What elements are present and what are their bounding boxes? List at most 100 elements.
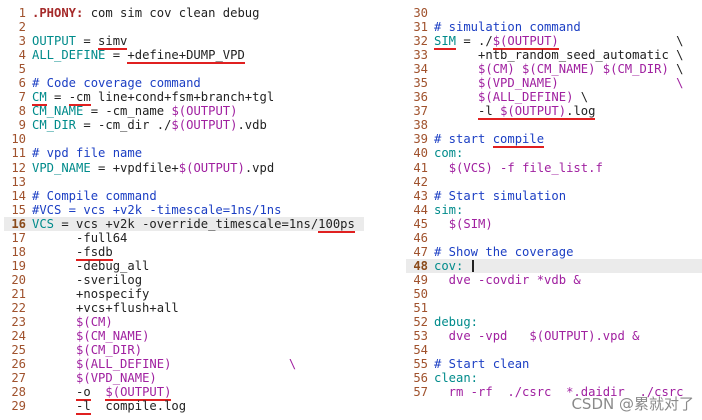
code-line[interactable]: 4 ALL_DEFINE = +define+DUMP_VPD [4, 48, 364, 65]
code-line[interactable]: 39 # start compile [406, 132, 702, 149]
code-text: -fsdb [26, 244, 113, 261]
code-line[interactable]: 1 .PHONY: com sim cov clean debug [4, 6, 364, 20]
code-line[interactable]: 40 com: [406, 146, 702, 160]
code-token: com: [434, 146, 464, 161]
code-line[interactable]: 9 CM_DIR = -cm_dir ./$(OUTPUT).vdb [4, 118, 364, 132]
code-line[interactable]: 16 VCS = vcs +v2k -override_timescale=1ns… [4, 216, 364, 233]
line-number: 55 [413, 357, 428, 372]
code-token: = [105, 48, 128, 63]
code-token: dve -covdir *vdb & [434, 272, 581, 287]
line-number: 2 [18, 20, 26, 35]
line-number: 12 [11, 160, 26, 175]
code-line[interactable]: 38 [406, 118, 702, 132]
code-line[interactable]: 7 CM = -cm line+cond+fsm+branch+tgl [4, 90, 364, 107]
code-line[interactable]: 32 SIM = ./$(OUTPUT) \ [406, 34, 702, 51]
code-line[interactable]: 27 $(VPD_NAME) [4, 371, 364, 385]
code-token: \ [171, 357, 297, 372]
code-line[interactable]: 24 $(CM_NAME) [4, 329, 364, 343]
code-line[interactable]: 8 CM_NAME = -cm_name $(OUTPUT) [4, 104, 364, 118]
code-line[interactable]: 19 -debug_all [4, 259, 364, 273]
editor-pane-right[interactable]: 30 31 # simulation command 32 SIM = ./$(OUTP… [406, 6, 702, 399]
code-token: $(CM) [76, 315, 113, 330]
code-token: # Code coverage command [32, 76, 201, 91]
code-line[interactable]: 34 $(CM) $(CM_NAME) $(CM_DIR) \ [406, 62, 702, 76]
code-line[interactable]: 45 $(SIM) [406, 217, 702, 231]
code-token: = -cm_name [83, 104, 172, 119]
code-line[interactable]: 36 $(ALL_DEFINE) \ [406, 90, 702, 104]
code-line[interactable]: 54 [406, 343, 702, 357]
code-line[interactable]: 14 # Compile command [4, 189, 364, 203]
line-number: 37 [413, 104, 428, 119]
code-line[interactable]: 41 $(VCS) -f file_list.f [406, 161, 702, 175]
code-line[interactable]: 22 +vcs+flush+all [4, 301, 364, 315]
line-number: 13 [11, 174, 26, 189]
code-line[interactable]: 42 [406, 175, 702, 189]
code-line[interactable]: 49 dve -covdir *vdb & [406, 273, 702, 287]
code-line[interactable]: 52 debug: [406, 315, 702, 329]
code-line[interactable]: 21 +nospecify [4, 287, 364, 301]
line-number: 51 [413, 300, 428, 315]
code-line[interactable]: 11 # vpd file name [4, 146, 364, 160]
code-line[interactable]: 15 #VCS = vcs +v2k -timescale=1ns/1ns [4, 203, 364, 217]
code-line[interactable]: 25 $(CM_DIR) [4, 343, 364, 357]
code-token: +ntb_random_seed_automatic \ [434, 48, 684, 63]
code-line[interactable]: 37 -l $(OUTPUT).log [406, 104, 702, 121]
code-line[interactable]: 48 cov: [406, 258, 702, 273]
code-line[interactable]: 33 +ntb_random_seed_automatic \ [406, 48, 702, 62]
code-line[interactable]: 28 -o $(OUTPUT) [4, 385, 364, 402]
line-number: 1 [18, 6, 26, 20]
code-line[interactable]: 44 sim: [406, 203, 702, 217]
code-line[interactable]: 3 OUTPUT = simv [4, 34, 364, 51]
code-line[interactable]: 17 -full64 [4, 231, 364, 245]
code-line[interactable]: 23 $(CM) [4, 315, 364, 329]
code-token: = [46, 90, 69, 105]
line-number: 48 [413, 258, 428, 273]
code-line[interactable]: 55 # Start clean [406, 357, 702, 371]
code-line[interactable]: 5 [4, 62, 364, 76]
code-line[interactable]: 31 # simulation command [406, 20, 702, 34]
code-line[interactable]: 12 VPD_NAME = +vpdfile+$(OUTPUT).vpd [4, 161, 364, 175]
line-number: 10 [11, 132, 26, 147]
code-line[interactable]: 43 # Start simulation [406, 189, 702, 203]
code-line[interactable]: 35 $(VPD_NAME) \ [406, 76, 702, 90]
code-line[interactable]: 26 $(ALL_DEFINE) \ [4, 357, 364, 371]
code-line[interactable]: 29 -l compile.log [4, 399, 364, 416]
code-line[interactable]: 46 [406, 231, 702, 245]
code-line[interactable]: 51 [406, 301, 702, 315]
code-line[interactable]: 56 clean: [406, 371, 702, 385]
code-line[interactable]: 47 # Show the coverage [406, 245, 702, 259]
editor-pane-left[interactable]: 1 .PHONY: com sim cov clean debug 2 3 OUTPUT… [4, 6, 364, 416]
line-number: 42 [413, 174, 428, 189]
line-number: 11 [11, 146, 26, 161]
code-text: $(VPD_NAME) \ [428, 76, 683, 90]
code-token: dve -vpd [434, 329, 530, 344]
code-token: +nospecify [32, 286, 150, 301]
line-number: 15 [11, 202, 26, 217]
code-line[interactable]: 53 dve -vpd $(OUTPUT).vpd & [406, 329, 702, 343]
code-line[interactable]: 20 -sverilog [4, 273, 364, 287]
code-line[interactable]: 50 [406, 287, 702, 301]
code-text: sim: [428, 203, 463, 217]
code-line[interactable]: 13 [4, 175, 364, 189]
code-token: .PHONY: [32, 6, 84, 20]
line-number: 47 [413, 244, 428, 259]
code-text: # Start clean [428, 357, 529, 371]
line-number: 31 [413, 20, 428, 35]
code-text: $(CM) $(CM_NAME) $(CM_DIR) \ [428, 62, 683, 76]
code-line[interactable]: 2 [4, 20, 364, 34]
code-line[interactable]: 30 [406, 6, 702, 20]
code-token: $(OUTPUT) [171, 104, 238, 119]
code-line[interactable]: 6 # Code coverage command [4, 76, 364, 90]
code-token: #VCS = vcs +v2k -timescale=1ns/1ns [32, 202, 282, 217]
line-number: 39 [413, 132, 428, 147]
code-line[interactable]: 10 [4, 132, 364, 146]
code-line[interactable]: 18 -fsdb [4, 244, 364, 261]
line-number: 43 [413, 188, 428, 203]
line-number: 4 [18, 48, 26, 63]
